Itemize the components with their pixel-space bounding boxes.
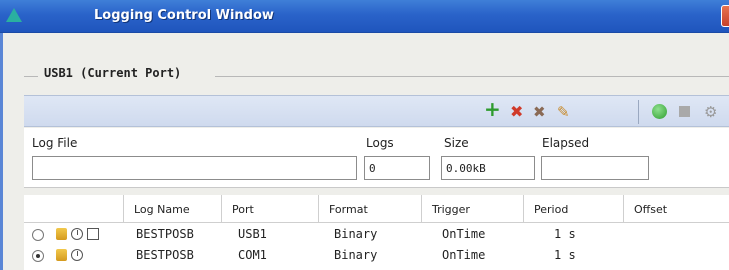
group-divider-right [215,76,729,77]
stop-logging-button[interactable] [679,106,690,117]
cell-port: COM1 [238,248,267,262]
table-row[interactable]: BESTPOSB USB1 Binary OnTime 1 s [24,225,729,245]
cell-period: 1 s [554,227,576,241]
log-status-panel: Log File Logs 0 Size 0.00kB Elapsed [24,128,729,188]
table-header-trigger[interactable]: Trigger [422,195,524,223]
logs-field[interactable]: 0 [364,156,430,180]
cell-format: Binary [334,227,378,241]
log-file-label: Log File [32,136,78,150]
size-field[interactable]: 0.00kB [441,156,535,180]
elapsed-field[interactable] [541,156,649,180]
toolbar: + ✖ ✖ ✎ ⚙ [24,95,729,127]
table-header-format[interactable]: Format [319,195,422,223]
row-select-radio[interactable] [32,250,44,262]
remove-all-logs-button[interactable]: ✖ [533,103,546,121]
log-file-field[interactable] [32,156,357,180]
toolbar-separator [638,100,639,124]
window-title: Logging Control Window [94,8,274,23]
cell-format: Binary [334,248,378,262]
cell-log-name: BESTPOSB [136,227,194,241]
remove-log-button[interactable]: ✖ [510,103,523,121]
clock-icon[interactable] [71,228,83,240]
logs-label: Logs [366,136,394,150]
add-log-button[interactable]: + [484,99,501,119]
lock-icon[interactable] [56,249,67,261]
cell-trigger: OnTime [442,227,486,241]
cell-trigger: OnTime [442,248,486,262]
table-header-port[interactable]: Port [222,195,319,223]
title-bar: Logging Control Window [0,0,729,33]
group-divider-left [24,76,38,77]
cell-port: USB1 [238,227,267,241]
row-select-radio[interactable] [32,229,44,241]
cell-log-name: BESTPOSB [136,248,194,262]
settings-button[interactable]: ⚙ [704,103,717,121]
table-header-controls [24,195,124,223]
table-row[interactable]: BESTPOSB COM1 Binary OnTime 1 s [24,246,729,266]
clock-icon[interactable] [71,249,83,261]
log-table: Log Name Port Format Trigger Period Offs… [24,195,729,270]
elapsed-label: Elapsed [542,136,590,150]
app-icon [6,8,22,22]
close-button[interactable] [721,5,729,27]
size-label: Size [444,136,469,150]
lock-icon[interactable] [56,228,67,240]
table-header-offset[interactable]: Offset [624,195,729,223]
port-group-title: USB1 (Current Port) [44,66,182,80]
cell-period: 1 s [554,248,576,262]
table-header-period[interactable]: Period [524,195,624,223]
start-logging-button[interactable] [652,104,667,119]
table-header-log-name[interactable]: Log Name [124,195,222,223]
edit-log-button[interactable]: ✎ [557,103,570,121]
trigger-icon[interactable] [87,228,99,240]
